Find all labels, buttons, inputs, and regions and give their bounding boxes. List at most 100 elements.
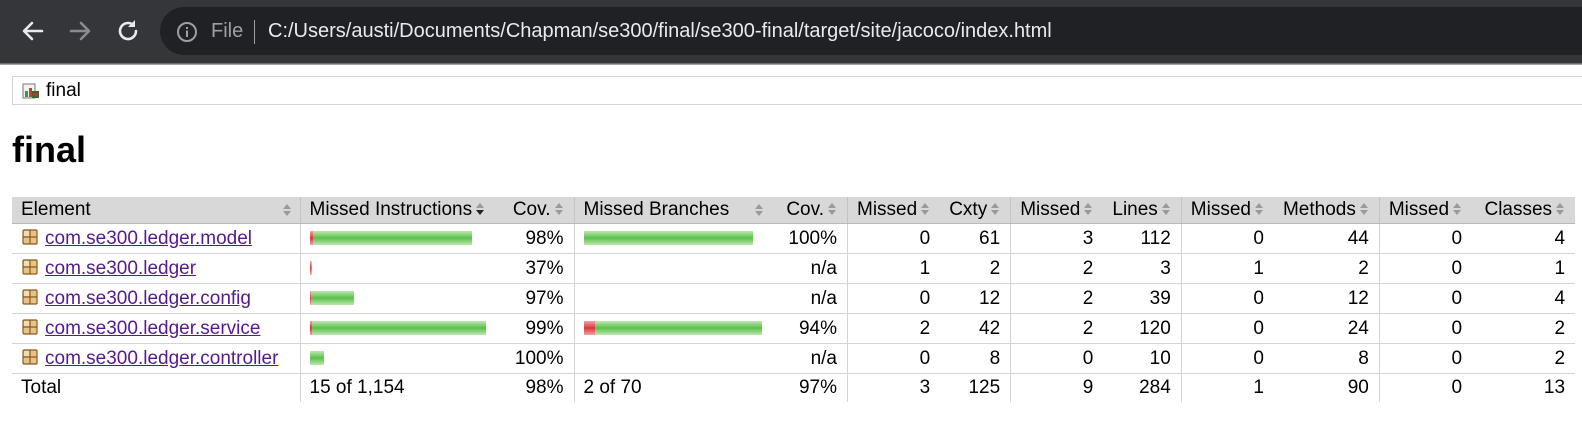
header-complexity[interactable]: Cxty bbox=[940, 197, 1011, 224]
forward-arrow-icon bbox=[69, 21, 91, 41]
branch-coverage: 94% bbox=[771, 313, 848, 344]
header-complexity-missed[interactable]: Missed bbox=[847, 197, 941, 224]
instruction-coverage: 100% bbox=[500, 343, 574, 374]
site-info-icon[interactable] bbox=[176, 21, 198, 43]
covered-bar-segment bbox=[311, 320, 486, 335]
forward-button[interactable] bbox=[65, 16, 95, 46]
breadcrumb-label: final bbox=[46, 80, 81, 101]
package-link[interactable]: com.se300.ledger.config bbox=[45, 288, 251, 309]
branch-coverage-bar bbox=[583, 320, 762, 335]
sort-icon bbox=[282, 203, 292, 217]
url-text[interactable]: C:/Users/austi/Documents/Chapman/se300/f… bbox=[268, 19, 1052, 43]
methods: 12 bbox=[1273, 283, 1380, 314]
missed-branches-cell bbox=[573, 313, 772, 344]
sort-icon bbox=[1083, 202, 1093, 216]
missed-branches-cell bbox=[573, 253, 772, 284]
table-row: com.se300.ledger.model 98% 100% 0 61 3 112 0 44 0… bbox=[12, 223, 1576, 254]
instruction-coverage-bar bbox=[309, 260, 312, 275]
page-title: final bbox=[12, 129, 87, 170]
header-complexity-missed-label: Missed bbox=[857, 199, 918, 220]
instruction-coverage: 97% bbox=[500, 283, 574, 314]
header-classes-missed[interactable]: Missed bbox=[1378, 197, 1473, 224]
total-methods-missed: 1 bbox=[1180, 373, 1274, 402]
lines: 10 bbox=[1103, 343, 1182, 374]
header-methods-missed-label: Missed bbox=[1190, 199, 1251, 220]
header-lines-missed[interactable]: Missed bbox=[1010, 197, 1104, 224]
package-link[interactable]: com.se300.ledger.service bbox=[45, 318, 260, 339]
instruction-coverage-bar bbox=[309, 290, 354, 305]
missed-instructions-cell bbox=[299, 253, 500, 284]
lines-missed: 0 bbox=[1010, 343, 1104, 374]
header-methods-missed[interactable]: Missed bbox=[1180, 197, 1274, 224]
missed-instructions-cell bbox=[299, 313, 500, 344]
total-instruction-coverage: 98% bbox=[525, 377, 564, 398]
sort-icon bbox=[827, 202, 837, 216]
sort-icon bbox=[1555, 202, 1565, 216]
methods: 2 bbox=[1273, 253, 1380, 284]
classes: 2 bbox=[1472, 343, 1576, 374]
complexity-missed: 0 bbox=[847, 283, 941, 314]
total-complexity-missed: 3 bbox=[847, 373, 941, 402]
package-link[interactable]: com.se300.ledger.controller bbox=[45, 348, 278, 369]
methods: 8 bbox=[1273, 343, 1380, 374]
table-header-row: Element Missed Instructions Cov. Missed … bbox=[12, 197, 1576, 224]
total-missed-instructions: 15 of 1,154 bbox=[299, 373, 500, 402]
package-cell: com.se300.ledger bbox=[12, 253, 300, 284]
complexity: 12 bbox=[940, 283, 1011, 314]
complexity-missed: 1 bbox=[847, 253, 941, 284]
header-classes-missed-label: Missed bbox=[1388, 199, 1450, 220]
sort-down-icon bbox=[475, 202, 485, 216]
header-classes[interactable]: Classes bbox=[1472, 197, 1576, 224]
lines: 3 bbox=[1103, 253, 1182, 284]
sort-icon bbox=[920, 202, 930, 216]
branch-coverage: n/a bbox=[771, 343, 848, 374]
header-missed-instructions[interactable]: Missed Instructions bbox=[299, 197, 500, 224]
toolbar-shadow bbox=[0, 62, 1582, 65]
methods-missed: 0 bbox=[1180, 283, 1274, 314]
header-missed-branches-label: Missed Branches bbox=[583, 199, 730, 220]
missed-branches-cell bbox=[573, 283, 772, 314]
covered-bar-segment bbox=[594, 320, 762, 335]
header-methods-label: Methods bbox=[1282, 199, 1356, 220]
instruction-coverage: 98% bbox=[500, 223, 574, 254]
complexity: 8 bbox=[940, 343, 1011, 374]
classes-missed: 0 bbox=[1378, 283, 1473, 314]
methods: 44 bbox=[1273, 223, 1380, 254]
classes-missed: 0 bbox=[1378, 343, 1473, 374]
total-lines-missed: 9 bbox=[1010, 373, 1104, 402]
lines-missed: 2 bbox=[1010, 253, 1104, 284]
covered-bar-segment bbox=[310, 260, 312, 275]
missed-instructions-cell bbox=[299, 283, 500, 314]
header-methods[interactable]: Methods bbox=[1273, 197, 1380, 224]
header-instruction-coverage[interactable]: Cov. bbox=[500, 197, 574, 224]
complexity: 2 bbox=[940, 253, 1011, 284]
header-missed-branches[interactable]: Missed Branches bbox=[573, 197, 772, 224]
back-arrow-icon bbox=[22, 21, 44, 41]
header-missed-instructions-label: Missed Instructions bbox=[309, 199, 473, 220]
methods-missed: 0 bbox=[1180, 343, 1274, 374]
instruction-coverage-bar bbox=[309, 320, 486, 335]
package-icon bbox=[21, 348, 39, 366]
header-element[interactable]: Element bbox=[12, 197, 300, 224]
back-button[interactable] bbox=[18, 16, 48, 46]
sort-icon bbox=[754, 203, 764, 217]
missed-branches-cell bbox=[573, 343, 772, 374]
package-link[interactable]: com.se300.ledger.model bbox=[45, 228, 252, 249]
sort-icon bbox=[1161, 202, 1171, 216]
lines: 39 bbox=[1103, 283, 1182, 314]
lines-missed: 3 bbox=[1010, 223, 1104, 254]
header-lines[interactable]: Lines bbox=[1103, 197, 1182, 224]
package-link[interactable]: com.se300.ledger bbox=[45, 258, 196, 279]
branch-coverage: n/a bbox=[771, 283, 848, 314]
header-branch-coverage[interactable]: Cov. bbox=[771, 197, 848, 224]
reload-button[interactable] bbox=[113, 16, 143, 46]
instruction-coverage: 37% bbox=[500, 253, 574, 284]
covered-bar-segment bbox=[310, 290, 354, 305]
total-lines: 284 bbox=[1139, 377, 1171, 398]
header-element-label: Element bbox=[21, 199, 91, 220]
total-missed-branches: 2 of 70 bbox=[573, 373, 772, 402]
missed-branches-cell bbox=[573, 223, 772, 254]
lines: 112 bbox=[1103, 223, 1182, 254]
classes: 1 bbox=[1472, 253, 1576, 284]
total-complexity: 125 bbox=[968, 377, 1001, 398]
